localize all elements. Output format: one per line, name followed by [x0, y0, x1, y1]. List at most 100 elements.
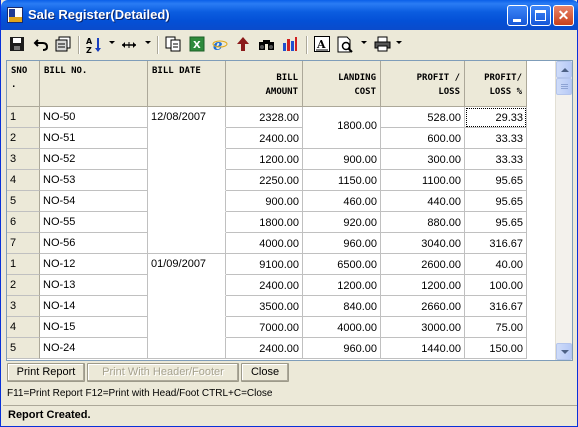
printer-icon[interactable]	[374, 36, 392, 54]
cell-landing-cost[interactable]: 960.00	[303, 338, 381, 359]
sales-grid[interactable]: SNO. BILL NO. BILL DATE BILL AMOUNT LANDI…	[6, 60, 573, 361]
cell-bill-amount[interactable]: 2328.00	[226, 107, 303, 128]
cell-bill-amount[interactable]: 2400.00	[226, 275, 303, 296]
header-sno[interactable]: SNO.	[7, 61, 40, 107]
cell-profit-loss-pct[interactable]: 95.65	[465, 191, 527, 212]
cell-landing-cost[interactable]: 900.00	[303, 149, 381, 170]
cell-profit-loss[interactable]: 1440.00	[381, 338, 465, 359]
cell-profit-loss-pct[interactable]: 150.00	[465, 338, 527, 359]
title-bar[interactable]: Sale Register(Detailed) ✕	[1, 0, 578, 30]
cell-sno[interactable]: 1	[7, 107, 40, 128]
print-report-button[interactable]: Print Report	[7, 363, 85, 382]
cell-bill-amount[interactable]: 4000.00	[226, 233, 303, 254]
printer-dropdown-arrow[interactable]	[396, 41, 402, 44]
cell-sno[interactable]: 5	[7, 338, 40, 359]
cell-bill-no[interactable]: NO-50	[40, 107, 148, 128]
cell-bill-no[interactable]: NO-12	[40, 254, 148, 275]
cell-bill-amount[interactable]: 900.00	[226, 191, 303, 212]
cell-profit-loss[interactable]: 300.00	[381, 149, 465, 170]
cell-bill-amount[interactable]: 3500.00	[226, 296, 303, 317]
cell-profit-loss[interactable]: 3040.00	[381, 233, 465, 254]
cell-profit-loss-pct[interactable]: 40.00	[465, 254, 527, 275]
cell-landing-cost[interactable]: 840.00	[303, 296, 381, 317]
cell-profit-loss-pct[interactable]: 100.00	[465, 275, 527, 296]
cell-bill-date[interactable]	[148, 338, 226, 359]
cell-profit-loss[interactable]: 600.00	[381, 128, 465, 149]
copy-icon[interactable]	[165, 36, 183, 54]
cell-bill-no[interactable]: NO-15	[40, 317, 148, 338]
cell-bill-amount[interactable]: 1200.00	[226, 149, 303, 170]
cell-bill-amount[interactable]: 2250.00	[226, 170, 303, 191]
cell-bill-date[interactable]	[148, 191, 226, 212]
cell-bill-date[interactable]	[148, 212, 226, 233]
cell-sno[interactable]: 3	[7, 149, 40, 170]
cell-bill-date[interactable]	[148, 128, 226, 149]
up-arrow-icon[interactable]	[235, 36, 253, 54]
cell-bill-no[interactable]: NO-51	[40, 128, 148, 149]
column-width-dropdown-arrow[interactable]	[145, 41, 151, 44]
header-bill-amount[interactable]: BILL AMOUNT	[226, 61, 303, 107]
chart-icon[interactable]	[282, 36, 300, 54]
cell-sno[interactable]: 4	[7, 317, 40, 338]
cell-bill-amount[interactable]: 2400.00	[226, 128, 303, 149]
cell-profit-loss[interactable]: 1100.00	[381, 170, 465, 191]
scroll-thumb[interactable]	[556, 78, 572, 95]
cell-bill-no[interactable]: NO-56	[40, 233, 148, 254]
cell-sno[interactable]: 3	[7, 296, 40, 317]
cell-profit-loss[interactable]: 3000.00	[381, 317, 465, 338]
cell-bill-no[interactable]: NO-55	[40, 212, 148, 233]
cell-sno[interactable]: 4	[7, 170, 40, 191]
cell-profit-loss[interactable]: 440.00	[381, 191, 465, 212]
header-bill-date[interactable]: BILL DATE	[148, 61, 226, 107]
header-profit-loss[interactable]: PROFIT / LOSS	[381, 61, 465, 107]
cell-bill-no[interactable]: NO-54	[40, 191, 148, 212]
cell-bill-date[interactable]	[148, 233, 226, 254]
cell-sno[interactable]: 2	[7, 128, 40, 149]
scroll-up-button[interactable]	[556, 61, 572, 78]
cell-profit-loss-pct[interactable]: 95.65	[465, 212, 527, 233]
cell-profit-loss[interactable]: 2660.00	[381, 296, 465, 317]
cell-bill-date[interactable]	[148, 275, 226, 296]
cell-bill-amount[interactable]: 2400.00	[226, 338, 303, 359]
cell-landing-cost[interactable]: 920.00	[303, 212, 381, 233]
cell-sno[interactable]: 7	[7, 233, 40, 254]
excel-icon[interactable]: X	[189, 36, 207, 54]
cell-sno[interactable]: 2	[7, 275, 40, 296]
cell-profit-loss-pct[interactable]: 29.33	[465, 107, 527, 128]
cell-sno[interactable]: 1	[7, 254, 40, 275]
vertical-scrollbar[interactable]	[555, 61, 572, 360]
cell-bill-amount[interactable]: 7000.00	[226, 317, 303, 338]
sort-icon[interactable]: AZ	[85, 36, 103, 54]
cell-profit-loss[interactable]: 1200.00	[381, 275, 465, 296]
cell-bill-date[interactable]	[148, 170, 226, 191]
close-window-button[interactable]: ✕	[553, 5, 574, 26]
cell-bill-date[interactable]: 12/08/2007	[148, 107, 226, 128]
cell-bill-date[interactable]	[148, 296, 226, 317]
preview-dropdown-arrow[interactable]	[361, 41, 367, 44]
scroll-down-button[interactable]	[556, 343, 572, 360]
cell-bill-date[interactable]	[148, 149, 226, 170]
cell-profit-loss[interactable]: 2600.00	[381, 254, 465, 275]
preview-icon[interactable]	[337, 36, 355, 54]
column-width-icon[interactable]	[120, 36, 138, 54]
cell-profit-loss-pct[interactable]: 316.67	[465, 233, 527, 254]
cell-profit-loss-pct[interactable]: 95.65	[465, 170, 527, 191]
cell-bill-date[interactable]: 01/09/2007	[148, 254, 226, 275]
cell-bill-no[interactable]: NO-52	[40, 149, 148, 170]
find-icon[interactable]	[258, 36, 276, 54]
close-button[interactable]: Close	[241, 363, 289, 382]
cell-landing-cost[interactable]: 460.00	[303, 191, 381, 212]
minimize-button[interactable]	[507, 5, 528, 26]
cell-landing-cost-merged[interactable]: 1800.00	[303, 107, 381, 149]
print-with-header-footer-button[interactable]: Print With Header/Footer	[87, 363, 239, 382]
cell-profit-loss-pct[interactable]: 316.67	[465, 296, 527, 317]
cell-landing-cost[interactable]: 6500.00	[303, 254, 381, 275]
cell-bill-no[interactable]: NO-53	[40, 170, 148, 191]
ie-icon[interactable]: e	[212, 36, 230, 54]
cell-landing-cost[interactable]: 4000.00	[303, 317, 381, 338]
font-icon[interactable]: A	[314, 36, 332, 54]
cell-bill-date[interactable]	[148, 317, 226, 338]
cell-sno[interactable]: 5	[7, 191, 40, 212]
cell-bill-no[interactable]: NO-13	[40, 275, 148, 296]
cell-profit-loss[interactable]: 880.00	[381, 212, 465, 233]
